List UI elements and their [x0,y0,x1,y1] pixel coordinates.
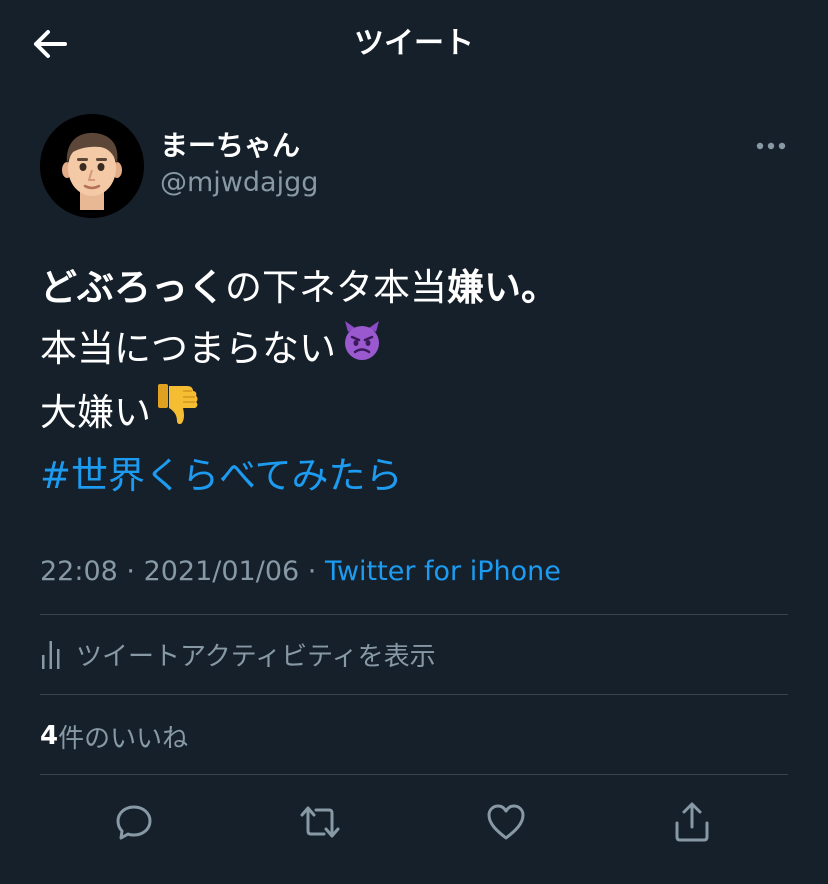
tweet-activity-label: ツイートアクティビティを表示 [76,641,436,672]
tweet-metadata: 22:08 · 2021/01/06 · Twitter for iPhone [40,552,561,592]
page-title: ツイート [354,26,474,61]
tweet-line-1: どぶろっく の下ネタ本当 嫌い。 [40,258,800,318]
tweet-text-segment: 本当につまらない [40,327,336,370]
tweet-text-segment: 大嫌い [40,391,151,434]
more-dots-icon [756,142,786,150]
tweet-time: 22:08 [40,556,118,587]
share-icon [675,802,709,842]
likes-label: 件のいいね [58,723,189,754]
divider [40,774,788,775]
likes-count: 4 [40,721,59,751]
tweet-source-link[interactable]: Twitter for iPhone [325,556,561,587]
share-button[interactable] [668,798,716,846]
memoji-avatar-icon [40,114,144,218]
retweet-icon [300,806,340,838]
tweet-line-2: 本当につまらない [40,318,800,380]
reply-button[interactable] [110,798,158,846]
more-options-button[interactable] [746,130,796,162]
top-bar: ツイート [0,0,828,88]
thumbs-down-icon [155,380,201,446]
tweet-activity-button[interactable]: ツイートアクティビティを表示 [40,632,436,676]
user-handle[interactable]: @mjwdajgg [160,165,318,201]
tweet-text: どぶろっく の下ネタ本当 嫌い。 本当につまらない 大嫌い #世界くらべてみたら [40,258,800,506]
devil-face-icon [340,318,384,380]
tweet-date: 2021/01/06 [143,556,300,587]
tweet-line-4: #世界くらべてみたら [40,446,800,506]
tweet-detail-screen: ツイート まーちゃん @mjwdajgg どぶろっく の下ネタ本当 嫌い。 本当… [0,0,828,884]
divider [40,614,788,615]
divider [40,694,788,695]
display-name[interactable]: まーちゃん [160,128,300,164]
meta-separator: · [299,556,325,587]
heart-icon [487,804,525,840]
retweet-button[interactable] [296,798,344,846]
tweet-bold-text: 嫌い。 [447,266,558,309]
likes-count-link[interactable]: 4 件のいいね [40,716,188,756]
hashtag-link[interactable]: #世界くらべてみたら [40,446,403,506]
reply-icon [116,805,152,840]
tweet-bold-text: どぶろっく [40,266,225,309]
analytics-bars-icon [42,641,60,669]
like-button[interactable] [482,798,530,846]
tweet-line-3: 大嫌い [40,380,800,446]
tweet-action-bar [0,790,828,850]
meta-separator: · [117,556,144,587]
avatar[interactable] [40,114,144,218]
tweet-text-segment: の下ネタ本当 [225,266,447,309]
